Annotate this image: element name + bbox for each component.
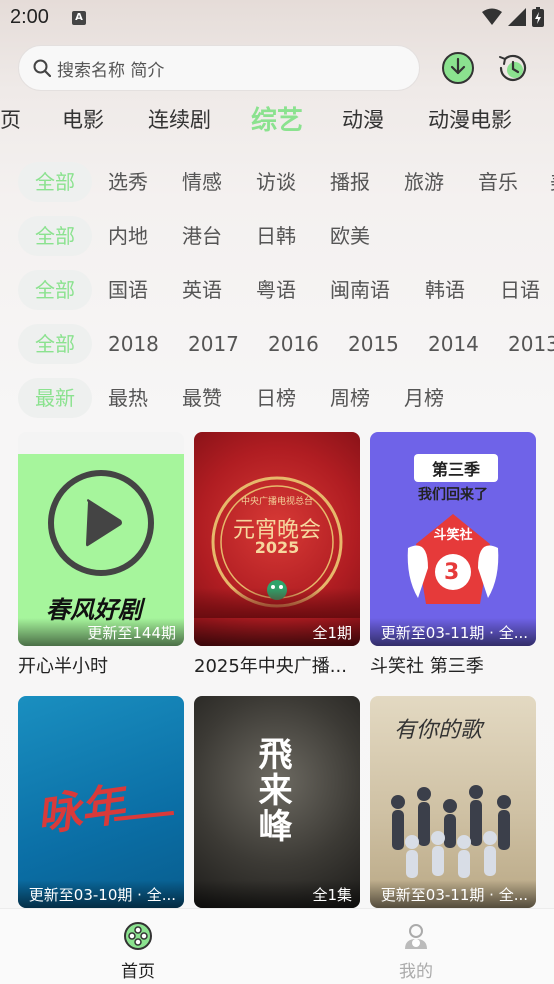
- card-title: 斗笑社 第三季: [370, 656, 484, 677]
- poster-title: 咏年: [33, 779, 128, 842]
- tab-series[interactable]: 连续剧: [148, 104, 211, 134]
- filter-chip[interactable]: 全部: [18, 216, 92, 256]
- poster-mark: 斗笑社: [433, 528, 473, 543]
- filter-chip[interactable]: 日韩: [256, 216, 296, 256]
- filter-chip[interactable]: 闽南语: [330, 270, 390, 310]
- tab-home[interactable]: 页: [0, 104, 21, 134]
- filter-chip[interactable]: 2018: [108, 324, 159, 364]
- filter-chip[interactable]: 日榜: [256, 378, 296, 418]
- filter-chip[interactable]: 全部: [18, 270, 92, 310]
- tab-movies[interactable]: 电影: [62, 104, 104, 134]
- episode-badge: 全1集: [194, 880, 360, 908]
- signal-icon: [508, 8, 526, 26]
- filter-chip[interactable]: 选秀: [108, 162, 148, 202]
- notification-icon: A: [72, 11, 86, 25]
- filter-chip[interactable]: 情感: [182, 162, 222, 202]
- nav-mine[interactable]: 我的: [376, 921, 456, 982]
- tab-variety[interactable]: 综艺: [251, 100, 303, 137]
- poster-year: 2025: [254, 538, 300, 557]
- search-placeholder: 搜索名称 简介: [57, 60, 165, 81]
- filter-chip[interactable]: 欧美: [330, 216, 370, 256]
- episode-badge: 全1期: [194, 618, 360, 646]
- battery-icon: [532, 7, 544, 27]
- filter-chip[interactable]: 播报: [330, 162, 370, 202]
- search-input[interactable]: 搜索名称 简介: [18, 45, 420, 91]
- filter-chip[interactable]: 月榜: [404, 378, 444, 418]
- filter-chip[interactable]: 2014: [428, 324, 479, 364]
- episode-badge: 更新至144期: [18, 618, 184, 646]
- filter-chip[interactable]: 全部: [18, 162, 92, 202]
- poster-title: 第三季: [431, 460, 480, 479]
- filter-chip[interactable]: 旅游: [404, 162, 444, 202]
- poster-subtitle: 我们回来了: [418, 487, 488, 503]
- category-tabs: 页 电影 连续剧 综艺 动漫 动漫电影: [0, 104, 554, 142]
- filter-row-year: 全部 2018 2017 2016 2015 2014 2013: [0, 324, 554, 364]
- history-icon[interactable]: [496, 51, 530, 85]
- filter-chip[interactable]: 全部: [18, 324, 92, 364]
- clock: 2:00: [10, 6, 49, 28]
- filter-chip[interactable]: 内地: [108, 216, 148, 256]
- filter-row-region: 全部 内地 港台 日韩 欧美: [0, 216, 554, 256]
- play-icon: [48, 470, 154, 576]
- filter-chip[interactable]: 音乐: [478, 162, 518, 202]
- download-icon[interactable]: [441, 51, 475, 85]
- card-title: 开心半小时: [18, 656, 108, 677]
- episode-badge: 更新至03-10期 · 全...: [18, 880, 184, 908]
- tab-anime[interactable]: 动漫: [342, 104, 384, 134]
- tab-anime-movies[interactable]: 动漫电影: [428, 104, 512, 134]
- nav-home[interactable]: 首页: [98, 921, 178, 982]
- filter-chip[interactable]: 美: [550, 162, 554, 202]
- filter-chip[interactable]: 韩语: [425, 270, 465, 310]
- filter-chip[interactable]: 访谈: [256, 162, 296, 202]
- poster: 中央广播电视总台 元宵晚会 2025 全1期: [194, 432, 360, 646]
- status-bar: 2:00 A: [0, 0, 554, 38]
- filter-chip[interactable]: 周榜: [330, 378, 370, 418]
- poster: 有你的歌 更新至03-11期 · 全...: [370, 696, 536, 908]
- poster: 春风好剧 更新至144期: [18, 432, 184, 646]
- poster-title: 飛来峰: [252, 736, 292, 844]
- filter-row-type: 全部 选秀 情感 访谈 播报 旅游 音乐 美: [0, 162, 554, 202]
- filter-chip[interactable]: 国语: [108, 270, 148, 310]
- status-icons: [482, 7, 544, 27]
- filter-row-language: 全部 国语 英语 粤语 闽南语 韩语 日语: [0, 270, 554, 310]
- poster: 第三季 我们回来了 斗笑社 3 更新至03-11期 · 全...: [370, 432, 536, 646]
- home-icon: [124, 922, 152, 950]
- filter-chip[interactable]: 2017: [188, 324, 239, 364]
- filter-chip[interactable]: 最新: [18, 378, 92, 418]
- filter-chip[interactable]: 粤语: [256, 270, 296, 310]
- filter-chip[interactable]: 2013: [508, 324, 554, 364]
- episode-badge: 更新至03-11期 · 全...: [370, 618, 536, 646]
- cast-photo: [391, 785, 511, 878]
- profile-icon: [405, 924, 427, 949]
- card-title: 2025年中央广播...: [194, 656, 347, 677]
- search-icon: [33, 59, 51, 77]
- poster: 飛来峰 全1集: [194, 696, 360, 908]
- poster-top: 中央广播电视总台: [240, 497, 313, 507]
- nav-home-label: 首页: [121, 962, 155, 982]
- filter-chip[interactable]: 英语: [182, 270, 222, 310]
- poster-title: 有你的歌: [394, 718, 483, 743]
- poster: 咏年 更新至03-10期 · 全...: [18, 696, 184, 908]
- bottom-nav: 首页 我的: [0, 908, 554, 984]
- filter-chip[interactable]: 港台: [182, 216, 222, 256]
- nav-mine-label: 我的: [399, 962, 433, 982]
- filter-chip[interactable]: 最热: [108, 378, 148, 418]
- filter-chip[interactable]: 2016: [268, 324, 319, 364]
- episode-badge: 更新至03-11期 · 全...: [370, 880, 536, 908]
- filter-chip[interactable]: 最赞: [182, 378, 222, 418]
- filter-chip[interactable]: 日语: [500, 270, 540, 310]
- filter-chip[interactable]: 2015: [348, 324, 399, 364]
- wifi-icon: [482, 8, 502, 25]
- filter-row-sort: 最新 最热 最赞 日榜 周榜 月榜: [0, 378, 554, 418]
- poster-number: 3: [444, 560, 460, 585]
